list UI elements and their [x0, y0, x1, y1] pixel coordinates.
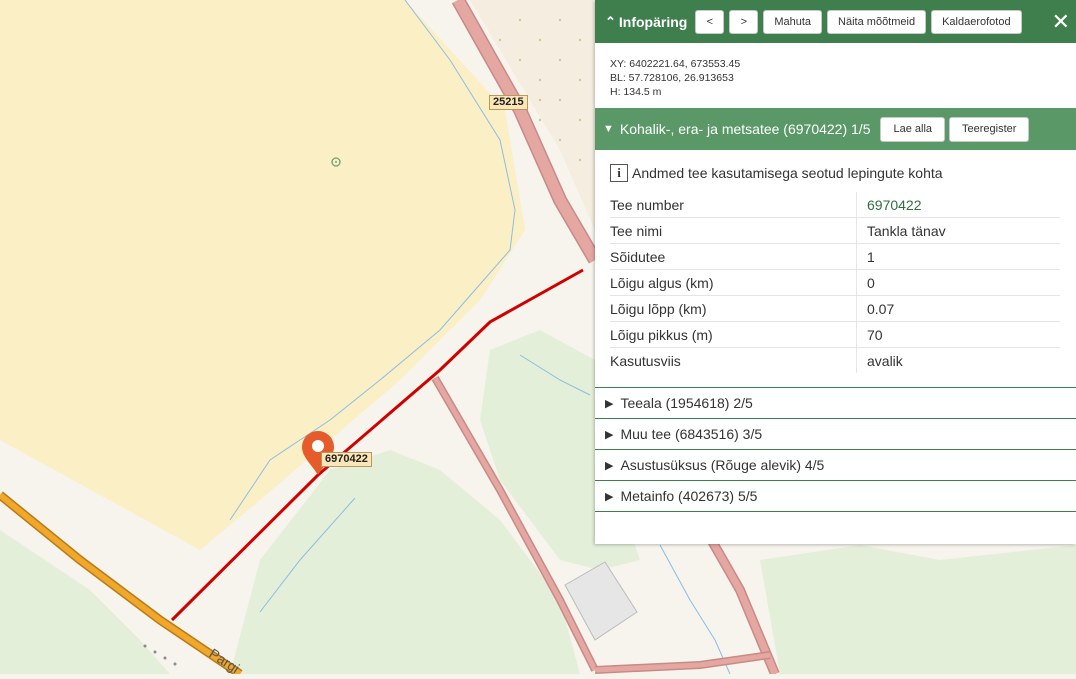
section-label: Asustusüksus (Rõuge alevik) 4/5	[620, 457, 825, 473]
attr-key: Lõigu pikkus (m)	[610, 321, 857, 348]
table-row: Lõigu lõpp (km) 0.07	[610, 295, 1060, 322]
section-road-header[interactable]: ▼ Kohalik-, era- ja metsatee (6970422) 1…	[595, 108, 1076, 150]
fit-button[interactable]: Mahuta	[763, 9, 823, 34]
table-row: Lõigu algus (km) 0	[610, 269, 1060, 296]
attr-value: 0	[856, 269, 1060, 296]
info-icon[interactable]: i	[610, 164, 628, 182]
table-row: Sõidutee 1	[610, 243, 1060, 270]
attr-key: Lõigu lõpp (km)	[610, 295, 857, 322]
table-row: Lõigu pikkus (m) 70	[610, 321, 1060, 348]
close-icon[interactable]: ✕	[1052, 10, 1070, 33]
next-button[interactable]: >	[729, 9, 759, 34]
collapsed-triangle-icon: ▶	[605, 428, 614, 441]
section-other-road[interactable]: ▶ Muu tee (6843516) 3/5	[595, 418, 1076, 449]
table-row: Kasutusviis avalik	[610, 347, 1060, 373]
road-number-label: 25215	[489, 95, 528, 110]
road-registry-button[interactable]: Teeregister	[949, 116, 1030, 142]
panel-title[interactable]: ⌃ Infopäring	[605, 14, 687, 30]
collapsed-triangle-icon: ▶	[605, 397, 614, 410]
attr-value: 0.07	[856, 295, 1060, 322]
collapsed-sections: ▶ Teeala (1954618) 2/5 ▶ Muu tee (684351…	[595, 387, 1076, 512]
coordinates-block: XY: 6402221.64, 673553.45 BL: 57.728106,…	[595, 43, 1076, 99]
expanded-triangle-icon: ▼	[603, 123, 614, 135]
road-number-link[interactable]: 6970422	[867, 197, 922, 213]
table-row: Tee number 6970422	[610, 192, 1060, 218]
collapsed-triangle-icon: ▶	[605, 459, 614, 472]
section-metainfo[interactable]: ▶ Metainfo (402673) 5/5	[595, 480, 1076, 511]
prev-button[interactable]: <	[695, 9, 725, 34]
section-label: Muu tee (6843516) 3/5	[620, 426, 763, 442]
attr-value: Tankla tänav	[856, 217, 1060, 244]
attribute-table: Tee number 6970422 Tee nimi Tankla tänav…	[610, 192, 1060, 373]
attr-key: Tee nimi	[610, 217, 857, 244]
attr-value: avalik	[867, 352, 903, 369]
download-button[interactable]: Lae alla	[880, 116, 946, 142]
section-road-title: Kohalik-, era- ja metsatee (6970422) 1/5	[619, 121, 871, 137]
aerial-photos-button[interactable]: Kaldaerofotod	[931, 9, 1022, 34]
road-number-label-2: 6970422	[321, 452, 372, 467]
panel-title-text: Infopäring	[618, 13, 688, 30]
collapsed-triangle-icon: ▶	[605, 490, 614, 503]
coords-h: H: 134.5 m	[610, 86, 662, 98]
attr-key: Kasutusviis	[610, 347, 857, 373]
contract-info-text: Andmed tee kasutamisega seotud lepingute…	[632, 165, 943, 181]
section-label: Teeala (1954618) 2/5	[620, 395, 753, 411]
attr-value: 1	[856, 243, 1060, 270]
panel-header: ⌃ Infopäring < > Mahuta Näita mõõtmeid K…	[595, 0, 1076, 43]
show-measurements-button[interactable]: Näita mõõtmeid	[827, 9, 927, 34]
park-area-bottom-right	[760, 545, 1076, 674]
contract-info-line[interactable]: i Andmed tee kasutamisega seotud lepingu…	[595, 150, 1076, 182]
attr-key: Tee number	[610, 192, 857, 218]
attr-key: Sõidutee	[610, 243, 857, 270]
coords-xy: XY: 6402221.64, 673553.45	[610, 58, 741, 70]
coords-bl: BL: 57.728106, 26.913653	[610, 72, 734, 84]
section-label: Metainfo (402673) 5/5	[620, 488, 758, 504]
info-panel: ⌃ Infopäring < > Mahuta Näita mõõtmeid K…	[595, 0, 1076, 544]
attr-key: Lõigu algus (km)	[610, 269, 857, 296]
section-road-area[interactable]: ▶ Teeala (1954618) 2/5	[595, 387, 1076, 418]
collapse-icon[interactable]: ⌃	[605, 14, 616, 30]
table-row: Tee nimi Tankla tänav	[610, 217, 1060, 244]
attr-value: 70	[856, 321, 1060, 348]
section-settlement[interactable]: ▶ Asustusüksus (Rõuge alevik) 4/5	[595, 449, 1076, 480]
